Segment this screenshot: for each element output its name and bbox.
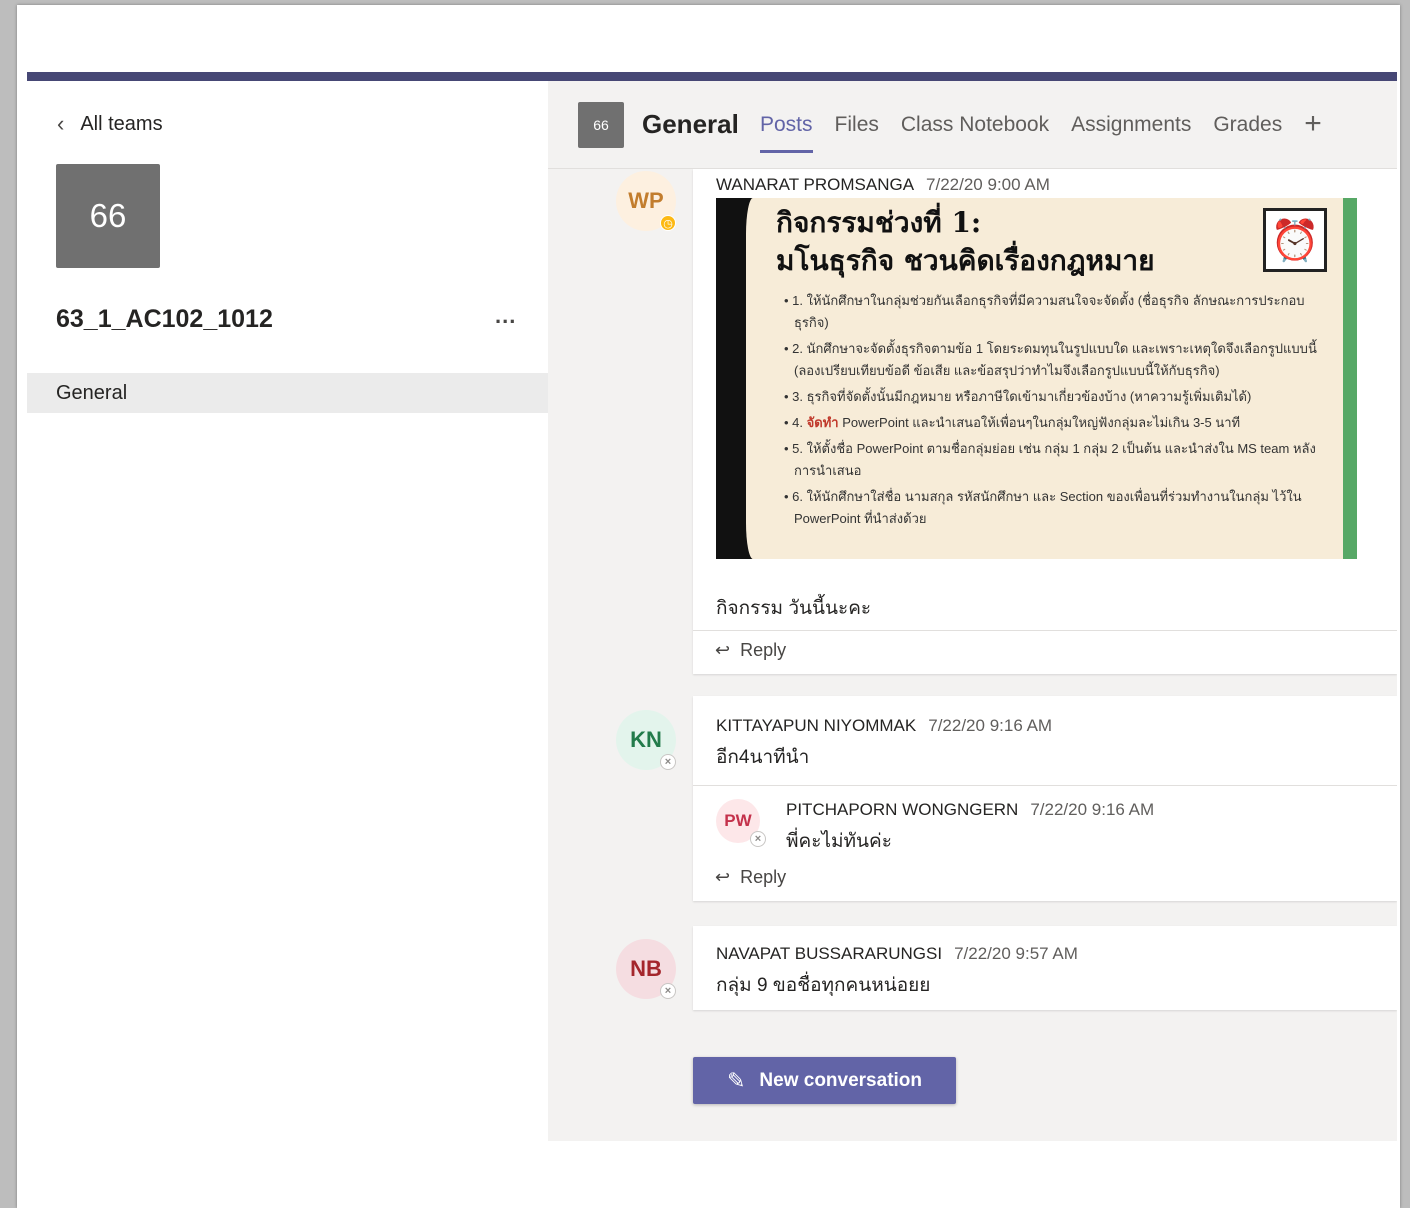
more-options-icon[interactable]: ... bbox=[495, 303, 516, 329]
team-sidebar: ‹ All teams 66 63_1_AC102_1012 ... Gener… bbox=[27, 81, 548, 1141]
channel-tabs: Posts Files Class Notebook Assignments G… bbox=[760, 109, 1322, 153]
reply-author[interactable]: PITCHAPORN WONGNGERN bbox=[786, 800, 1018, 819]
channel-title: General bbox=[642, 109, 739, 139]
post-thread: NAVAPAT BUSSARARUNGSI 7/22/20 9:57 AM กลุ… bbox=[693, 926, 1397, 1010]
slide-title-line1: กิจกรรมช่วงที่ 1: bbox=[776, 206, 982, 239]
channel-main: WP ◷ WANARAT PROMSANGA 7/22/20 9:00 AM กิ… bbox=[548, 81, 1397, 1141]
post-meta: KITTAYAPUN NIYOMMAK 7/22/20 9:16 AM bbox=[716, 716, 1052, 736]
reply-button[interactable]: ↩ Reply bbox=[715, 867, 786, 888]
avatar[interactable]: KN × bbox=[616, 710, 676, 770]
slide-right-band bbox=[1343, 198, 1357, 559]
tab-posts[interactable]: Posts bbox=[760, 113, 813, 153]
divider bbox=[693, 785, 1397, 786]
app-top-bar bbox=[27, 72, 1397, 81]
tab-class-notebook[interactable]: Class Notebook bbox=[901, 113, 1049, 153]
reply-label: Reply bbox=[740, 867, 787, 887]
post-meta: NAVAPAT BUSSARARUNGSI 7/22/20 9:57 AM bbox=[716, 944, 1078, 964]
slide-bullet: • 6. ให้นักศึกษาใส่ชื่อ นามสกุล รหัสนักศ… bbox=[784, 489, 1302, 526]
slide-bullet: • 1. ให้นักศึกษาในกลุ่มช่วยกันเลือกธุรกิ… bbox=[784, 293, 1305, 330]
add-tab-icon[interactable]: + bbox=[1304, 109, 1322, 153]
all-teams-link[interactable]: ‹ All teams bbox=[57, 111, 163, 137]
post-time: 7/22/20 9:00 AM bbox=[926, 175, 1050, 194]
new-conversation-button[interactable]: ✎ New conversation bbox=[693, 1057, 956, 1104]
tab-files[interactable]: Files bbox=[835, 113, 879, 153]
post-text: อีก4นาทีนำ bbox=[716, 747, 810, 768]
reply-content: PITCHAPORN WONGNGERN 7/22/20 9:16 AM พี่ค… bbox=[786, 800, 1154, 856]
chevron-left-icon: ‹ bbox=[57, 111, 65, 136]
tab-grades[interactable]: Grades bbox=[1213, 113, 1282, 153]
avatar[interactable]: NB × bbox=[616, 939, 676, 999]
post-time: 7/22/20 9:16 AM bbox=[928, 716, 1053, 735]
avatar-initials: NB bbox=[630, 956, 662, 981]
post-text: กลุ่ม 9 ขอชื่อทุกคนหน่อยย bbox=[716, 975, 931, 996]
slide-wave bbox=[746, 198, 760, 559]
all-teams-label: All teams bbox=[80, 112, 163, 135]
slide-bullet: • 4. จัดทำ PowerPoint และนำเสนอให้เพื่อน… bbox=[784, 415, 1241, 430]
channel-header: 66 General Posts Files Class Notebook As… bbox=[548, 81, 1397, 169]
attached-slide-image[interactable]: กิจกรรมช่วงที่ 1: มโนธุรกิจ ชวนคิดเรื่อง… bbox=[716, 198, 1357, 559]
slide-bullet: • 5. ให้ตั้งชื่อ PowerPoint ตามชื่อกลุ่ม… bbox=[784, 441, 1316, 478]
team-name: 63_1_AC102_1012 bbox=[56, 305, 273, 333]
reply-icon: ↩ bbox=[715, 640, 731, 660]
slide-bullets: • 1. ให้นักศึกษาในกลุ่มช่วยกันเลือกธุรกิ… bbox=[784, 290, 1324, 534]
avatar[interactable]: PW × bbox=[716, 799, 766, 847]
post-text: กิจกรรม วันนี้นะคะ bbox=[716, 598, 872, 619]
away-status-icon: ◷ bbox=[660, 215, 676, 231]
reply-button[interactable]: ↩ Reply bbox=[715, 640, 786, 661]
tab-assignments[interactable]: Assignments bbox=[1071, 113, 1191, 153]
channel-item-general[interactable]: General bbox=[27, 373, 548, 413]
slide-title-line2: มโนธุรกิจ ชวนคิดเรื่องกฎหมาย bbox=[776, 244, 1155, 277]
avatar-initials: KN bbox=[630, 727, 662, 752]
avatar[interactable]: WP ◷ bbox=[616, 171, 676, 231]
compose-icon: ✎ bbox=[726, 1067, 746, 1093]
reply-text: พี่คะไม่ทันค่ะ bbox=[786, 831, 892, 852]
avatar-initials: WP bbox=[628, 188, 664, 213]
post-author[interactable]: WANARAT PROMSANGA bbox=[716, 175, 914, 194]
divider bbox=[693, 630, 1397, 631]
reply-time: 7/22/20 9:16 AM bbox=[1030, 800, 1155, 819]
new-conversation-label: New conversation bbox=[759, 1069, 923, 1091]
offline-status-icon: × bbox=[660, 754, 676, 770]
reply-meta: PITCHAPORN WONGNGERN 7/22/20 9:16 AM bbox=[786, 800, 1154, 820]
channel-avatar: 66 bbox=[578, 102, 624, 148]
post-content: NAVAPAT BUSSARARUNGSI 7/22/20 9:57 AM กลุ… bbox=[716, 944, 1078, 1000]
offline-status-icon: × bbox=[660, 983, 676, 999]
post-time: 7/22/20 9:57 AM bbox=[954, 944, 1078, 963]
post-content: KITTAYAPUN NIYOMMAK 7/22/20 9:16 AM อีก4น… bbox=[716, 716, 1052, 772]
post-author[interactable]: KITTAYAPUN NIYOMMAK bbox=[716, 716, 916, 735]
offline-status-icon: × bbox=[750, 831, 766, 847]
avatar-initials: PW bbox=[724, 811, 752, 830]
post-thread: WANARAT PROMSANGA 7/22/20 9:00 AM กิจกรรม… bbox=[693, 169, 1397, 674]
slide-bullet: • 3. ธุรกิจที่จัดตั้งนั้นมีกฎหมาย หรือภา… bbox=[784, 389, 1252, 404]
post-author[interactable]: NAVAPAT BUSSARARUNGSI bbox=[716, 944, 942, 963]
team-avatar: 66 bbox=[56, 164, 160, 268]
reply-icon: ↩ bbox=[715, 867, 731, 887]
alarm-clock-icon: ⏰ bbox=[1263, 208, 1327, 272]
post-thread: KITTAYAPUN NIYOMMAK 7/22/20 9:16 AM อีก4น… bbox=[693, 696, 1397, 901]
slide-bullet: • 2. นักศึกษาจะจัดตั้งธุรกิจตามข้อ 1 โดย… bbox=[784, 341, 1317, 378]
slide-title: กิจกรรมช่วงที่ 1: มโนธุรกิจ ชวนคิดเรื่อง… bbox=[776, 204, 1155, 280]
reply-label: Reply bbox=[740, 640, 787, 660]
post-meta: WANARAT PROMSANGA 7/22/20 9:00 AM bbox=[716, 175, 1050, 195]
